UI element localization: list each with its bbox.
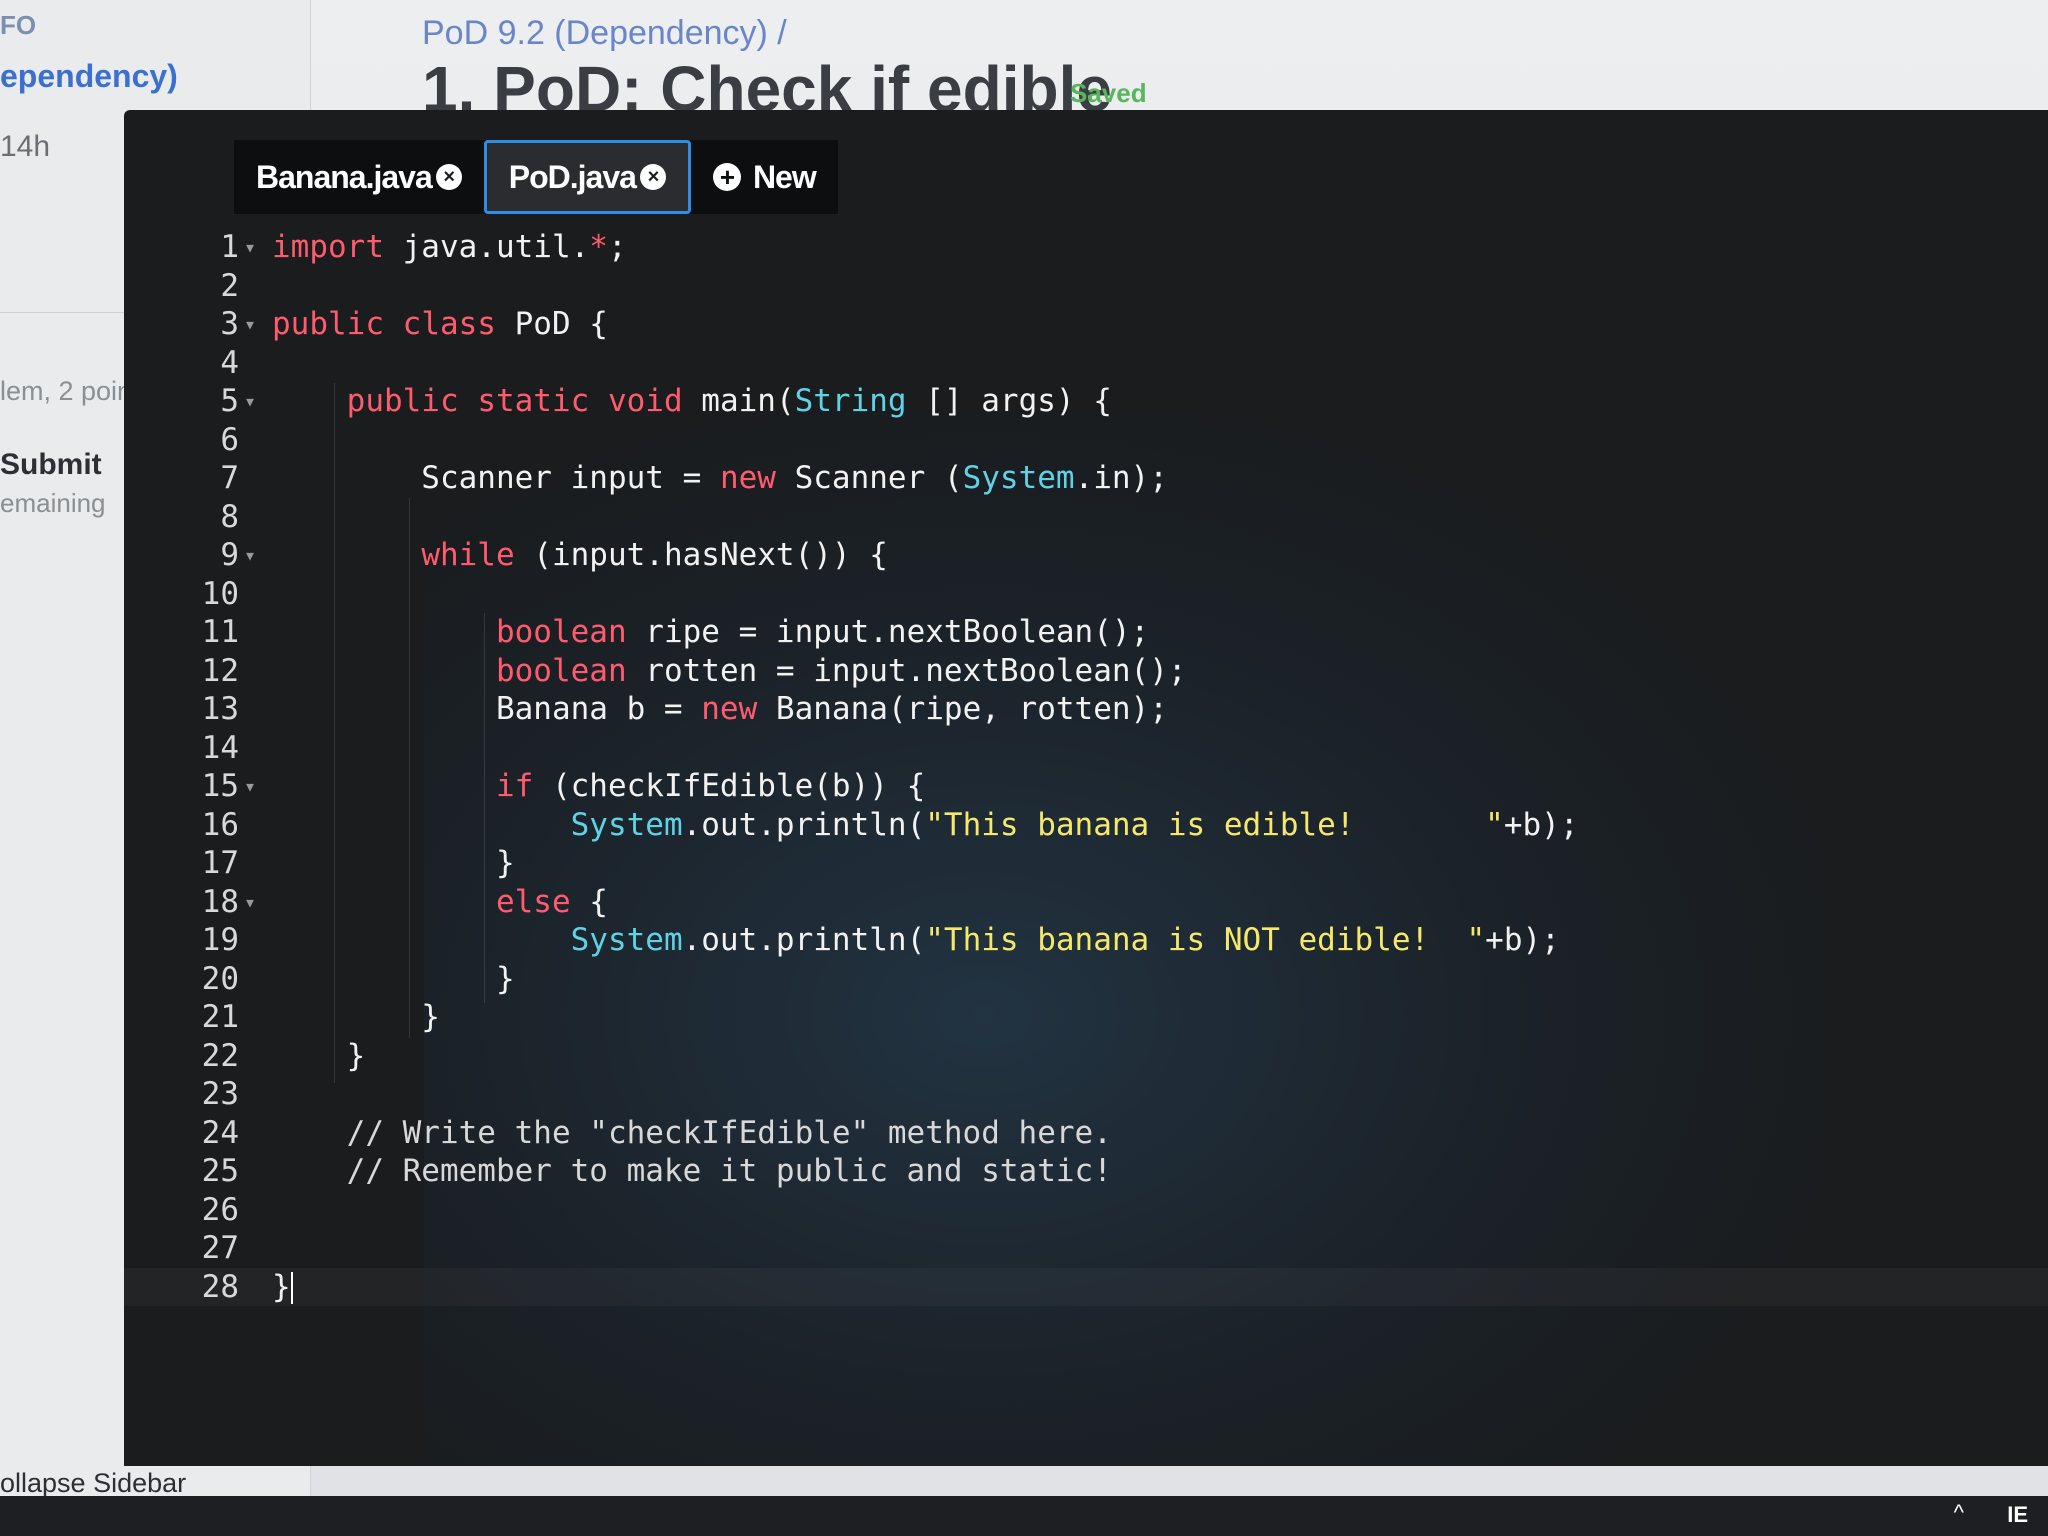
code-line: 15 ▾ if (checkIfEdible(b)) {: [201, 768, 926, 804]
collapse-sidebar-button[interactable]: ollapse Sidebar: [0, 1468, 186, 1499]
tab-label: Banana.java: [256, 158, 433, 195]
code-line: 5 ▾ public static void main(String [] arg…: [220, 383, 1112, 419]
code-line: 6: [220, 421, 239, 458]
tab-label: New: [752, 158, 817, 195]
code-line: 27: [201, 1230, 239, 1266]
code-line: 20 }: [201, 960, 515, 997]
sidebar-points: lem, 2 point: [0, 376, 140, 406]
code-line: 11 boolean ripe = input.nextBoolean();: [201, 614, 1150, 650]
code-line: 2: [220, 267, 239, 304]
fold-arrow-icon: ▾: [244, 235, 257, 259]
code-line: 19 System.out.println("This banana is NO…: [201, 922, 1560, 958]
plus-icon: +: [712, 163, 741, 191]
code-line: 16 System.out.println("This banana is ed…: [201, 806, 1579, 843]
code-line: 17 }: [201, 845, 515, 881]
file-tab-bar: Banana.java × PoD.java × + New: [234, 140, 838, 214]
page: FO ependency) 14h lem, 2 point Submit em…: [0, 0, 2048, 1536]
code-line: 18 ▾ else {: [201, 883, 608, 920]
code-line: 1 ▾ import java.util.*;: [220, 229, 627, 265]
sidebar-time-remaining: 14h: [0, 130, 51, 163]
code-line: 8: [220, 498, 239, 535]
code-line: 24 // Write the "checkIfEdible" method h…: [201, 1114, 1112, 1151]
ie-taskbar-icon[interactable]: IE: [2007, 1502, 2028, 1528]
code-line: 21 }: [201, 999, 440, 1035]
code-line: 4: [220, 344, 239, 381]
tray-expand-icon[interactable]: ^: [1954, 1500, 1964, 1526]
code-line: 12 boolean rotten = input.nextBoolean();: [201, 652, 1187, 689]
fold-arrow-icon: ▾: [244, 774, 257, 798]
saved-status-badge: Saved: [1070, 78, 1147, 108]
fold-arrow-icon: ▾: [244, 312, 257, 336]
close-icon[interactable]: ×: [435, 164, 462, 190]
breadcrumb[interactable]: PoD 9.2 (Dependency) /: [422, 14, 787, 53]
code-line: 23: [201, 1076, 239, 1112]
code-line: 25 // Remember to make it public and sta…: [201, 1153, 1112, 1189]
code-editor[interactable]: Banana.java × PoD.java × + New 1 ▾ import …: [124, 110, 2048, 1466]
submit-button[interactable]: Submit: [0, 448, 102, 482]
text-cursor: [290, 1272, 293, 1304]
os-taskbar: ^ IE: [0, 1496, 2048, 1536]
close-icon[interactable]: ×: [639, 164, 666, 190]
tab-label: PoD.java: [508, 158, 637, 195]
tab-pod-java[interactable]: PoD.java ×: [483, 140, 691, 214]
submissions-remaining: emaining: [0, 488, 106, 518]
fold-arrow-icon: ▾: [244, 389, 257, 413]
code-line: 3 ▾ public class PoD {: [220, 306, 608, 342]
new-file-button[interactable]: + New: [691, 140, 838, 214]
sidebar-heading: FO: [0, 10, 37, 40]
code-line: 22 }: [201, 1037, 366, 1074]
code-line: 26: [201, 1191, 239, 1228]
code-line: 14: [201, 729, 239, 766]
sidebar-assignment-link[interactable]: ependency): [0, 58, 178, 95]
code-line: 10: [201, 575, 239, 612]
fold-arrow-icon: ▾: [244, 889, 257, 914]
code-line-current: 28}: [124, 1268, 2048, 1307]
code-line: 13 Banana b = new Banana(ripe, rotten);: [201, 691, 1168, 727]
code-area[interactable]: 1 ▾ import java.util.*; 2 3 ▾ public class P…: [124, 228, 2048, 1306]
code-line: 9 ▾ while (input.hasNext()) {: [220, 537, 888, 573]
code-line: 7 Scanner input = new Scanner (System.in…: [220, 460, 1168, 496]
tab-banana-java[interactable]: Banana.java ×: [234, 140, 484, 214]
fold-arrow-icon: ▾: [244, 543, 257, 567]
